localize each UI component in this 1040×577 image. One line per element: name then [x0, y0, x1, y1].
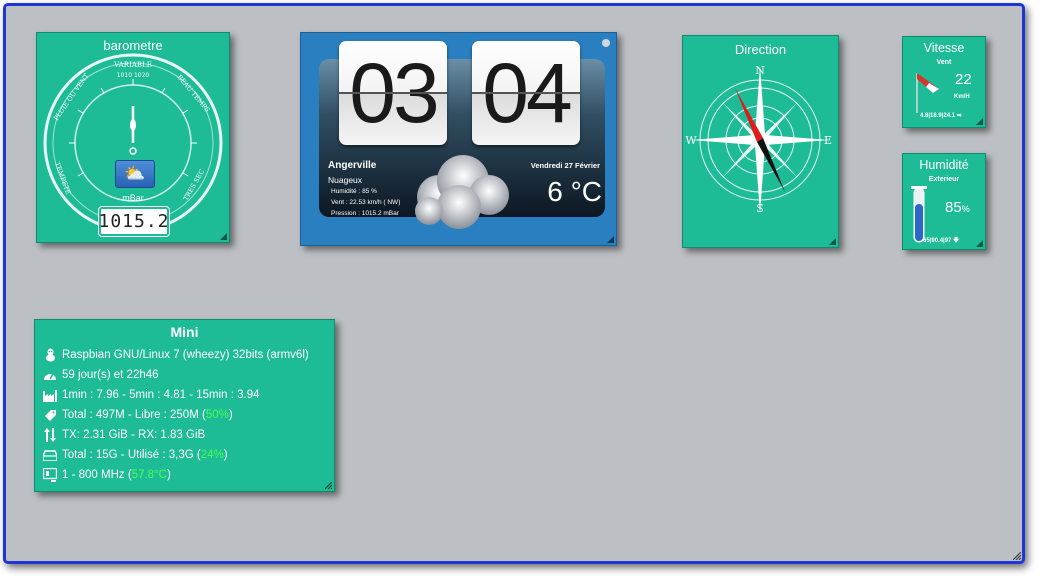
label-variable: VARIABLE — [113, 61, 152, 69]
mini-os-text: Raspbian GNU/Linux 7 (wheezy) 32bits (ar… — [62, 349, 309, 361]
resize-handle-icon[interactable] — [976, 240, 983, 247]
cardinal-w: W — [685, 134, 697, 147]
resize-handle-icon[interactable] — [220, 233, 227, 240]
resize-handle-icon[interactable] — [829, 238, 836, 245]
mini-row-disk: Total : 15G - Utilisé : 3,3G (24%) — [43, 446, 228, 464]
humidite-stats: 65|90.4|97 🡇 — [923, 238, 960, 244]
vitesse-unit: Km/H — [954, 94, 970, 100]
mini-row-ram: Total : 497M - Libre : 250M (50%) — [43, 406, 233, 424]
cloud-icon — [415, 155, 509, 229]
barometre-value: 1015.2 — [98, 211, 170, 232]
weather-temperature: 6 °C — [547, 176, 602, 207]
direction-widget[interactable]: Direction N S E W — [682, 35, 839, 248]
vitesse-subtitle: Vent — [936, 59, 952, 66]
disk-icon — [43, 448, 57, 462]
mini-cpu-temp: 57.8°C — [131, 469, 167, 481]
dashboard-frame: barometre VARIABLE 1010 1020 PLUIE OU VE… — [3, 3, 1025, 564]
weather-condition: Nuageux — [328, 175, 363, 185]
arrows-updown-icon — [43, 428, 57, 442]
windsock-icon — [916, 73, 939, 113]
humidite-widget[interactable]: Humidité Exterieur 85% 65|90.4|97 🡇 — [902, 153, 986, 250]
vitesse-stats: 4.8|18.9|24.1 ➡ — [920, 113, 962, 119]
svg-text:TEMPETE: TEMPETE — [53, 161, 72, 196]
weather-date: Vendredi 27 Février — [530, 161, 600, 170]
humidite-unit: % — [961, 204, 970, 214]
mini-row-cpu: 1 - 800 MHz (57.8°C) — [43, 466, 171, 484]
cloud-sun-icon: ⛅ — [115, 160, 155, 188]
mini-network-text: TX: 2.31 GiB - RX: 1.83 GiB — [62, 429, 206, 441]
mini-ram-text: Total : 497M - Libre : 250M ( — [62, 409, 206, 421]
mini-row-os: Raspbian GNU/Linux 7 (wheezy) 32bits (ar… — [43, 346, 309, 364]
frame-resize-handle-icon[interactable] — [1013, 552, 1021, 560]
vitesse-title: Vitesse — [923, 41, 965, 55]
humidite-value: 85% — [945, 199, 970, 216]
resize-handle-icon[interactable] — [607, 236, 614, 243]
factory-icon — [43, 388, 57, 402]
mini-cpu-end: ) — [166, 469, 171, 481]
weather-pressure: Pression : 1015.2 mBar — [331, 210, 399, 217]
mini-widget[interactable]: Mini Raspbian GNU/Linux 7 (wheezy) 32bit… — [34, 319, 335, 492]
clock-minutes: 04 — [472, 41, 580, 145]
vitesse-value: 22 — [955, 71, 972, 88]
gauge-icon — [43, 368, 57, 382]
mini-row-load: 1min : 7.96 - 5min : 4.81 - 15min : 3.94 — [43, 386, 260, 404]
mini-disk-text: Total : 15G - Utilisé : 3,3G ( — [62, 449, 201, 461]
mini-title: Mini — [170, 324, 199, 340]
vitesse-widget[interactable]: Vitesse Vent 22 Km/H 4.8|18.9|24.1 ➡ — [902, 36, 986, 128]
cardinal-s: S — [756, 202, 764, 215]
svg-text:1010 1020: 1010 1020 — [117, 72, 150, 79]
weather-city: Angerville — [328, 160, 377, 171]
barometre-widget[interactable]: barometre VARIABLE 1010 1020 PLUIE OU VE… — [36, 32, 230, 243]
linux-icon — [43, 348, 57, 362]
mini-disk-end: ) — [223, 449, 228, 461]
cpu-icon — [43, 468, 57, 482]
direction-title: Direction — [734, 42, 787, 57]
humidite-subtitle: Exterieur — [928, 176, 960, 183]
tag-icon — [43, 408, 57, 422]
mini-disk-pct: 24% — [200, 449, 224, 461]
clock-weather-widget[interactable]: 03 04 Angerville Vendredi 27 Février Nua… — [300, 32, 617, 246]
barometre-lcd: 1015.2 — [98, 206, 170, 237]
resize-handle-icon[interactable] — [976, 118, 983, 125]
humidite-title: Humidité — [919, 158, 969, 172]
weather-humidity: Humidité : 85 % — [331, 188, 377, 195]
mini-row-network: TX: 2.31 GiB - RX: 1.83 GiB — [43, 426, 205, 444]
mini-ram-pct: 50% — [205, 409, 229, 421]
humidite-number: 85 — [945, 199, 962, 216]
barometre-unit: mBar — [122, 193, 144, 203]
clock-hours: 03 — [339, 41, 447, 145]
mini-ram-end: ) — [228, 409, 233, 421]
mini-cpu-text: 1 - 800 MHz ( — [62, 469, 132, 481]
mini-row-uptime: 59 jour(s) et 22h46 — [43, 366, 159, 384]
compass-rose: N S E W — [685, 64, 832, 215]
mini-load-text: 1min : 7.96 - 5min : 4.81 - 15min : 3.94 — [62, 389, 260, 401]
cardinal-n: N — [755, 64, 765, 77]
resize-handle-icon[interactable] — [325, 482, 332, 489]
cardinal-e: E — [824, 134, 832, 147]
weather-wind: Vent : 22.53 km/h ( NW) — [331, 199, 401, 206]
settings-dot-icon[interactable] — [602, 39, 610, 47]
mini-uptime-text: 59 jour(s) et 22h46 — [62, 369, 159, 381]
